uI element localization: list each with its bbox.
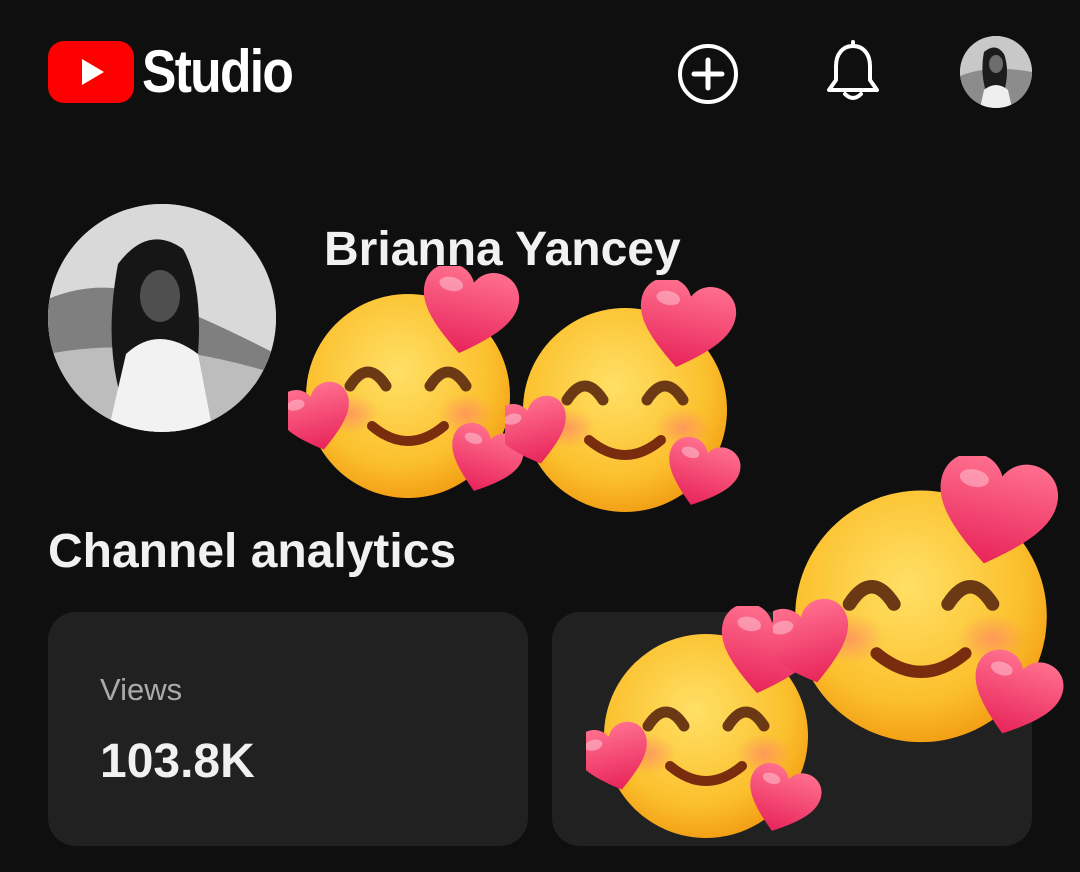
app-name: Studio	[142, 38, 294, 105]
top-bar: Studio	[0, 0, 1080, 150]
channel-analytics-heading: Channel analytics	[48, 525, 457, 578]
channel-avatar-photo	[48, 204, 276, 432]
channel-avatar[interactable]	[48, 204, 276, 432]
smiling-face-with-hearts-emoji	[505, 280, 745, 520]
analytics-card-views[interactable]: Views 103.8K	[48, 612, 528, 846]
studio-logo[interactable]: Studio	[48, 40, 317, 104]
add-circle-icon[interactable]	[676, 42, 740, 106]
smiling-face-with-hearts-emoji	[773, 456, 1069, 752]
smiling-face-with-hearts-emoji	[288, 266, 528, 506]
avatar[interactable]	[960, 36, 1032, 108]
youtube-logo-icon	[48, 41, 134, 103]
analytics-card-label: Views	[100, 672, 183, 707]
analytics-card-value: 103.8K	[100, 735, 255, 788]
bell-icon[interactable]	[824, 40, 882, 104]
avatar-photo	[960, 36, 1032, 108]
